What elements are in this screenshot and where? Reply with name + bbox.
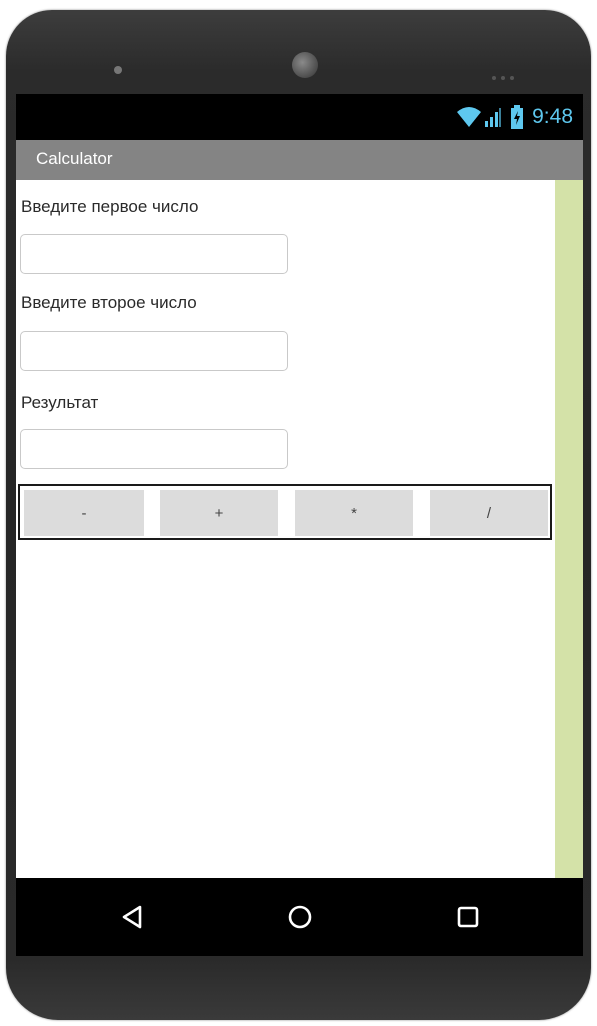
battery-icon [510,105,524,129]
navigation-bar [16,878,583,956]
multiply-button[interactable]: * [295,490,413,536]
status-bar: 9:48 [16,94,583,140]
first-number-label: Введите первое число [21,197,199,216]
camera-icon [292,52,318,78]
wifi-icon [456,106,482,128]
front-sensor [114,66,122,74]
app-title: Calculator [36,149,113,168]
status-clock: 9:48 [532,105,573,128]
side-strip [555,180,583,878]
back-icon[interactable] [115,900,149,934]
result-label: Результат [21,393,99,412]
minus-button[interactable]: - [24,490,144,536]
result-field[interactable] [20,429,288,469]
home-icon[interactable] [283,900,317,934]
second-number-label: Введите второе число [21,293,197,312]
app-screen: Введите первое число Введите второе числ… [16,180,555,878]
plus-button[interactable]: + [160,490,278,536]
second-number-input[interactable] [20,331,288,371]
first-number-input[interactable] [20,234,288,274]
speaker-grille [492,67,522,80]
operations-row: - + * / [18,484,552,540]
app-title-bar: Calculator [16,140,583,180]
divide-button[interactable]: / [430,490,548,536]
recents-icon[interactable] [451,900,485,934]
signal-icon [484,106,502,128]
